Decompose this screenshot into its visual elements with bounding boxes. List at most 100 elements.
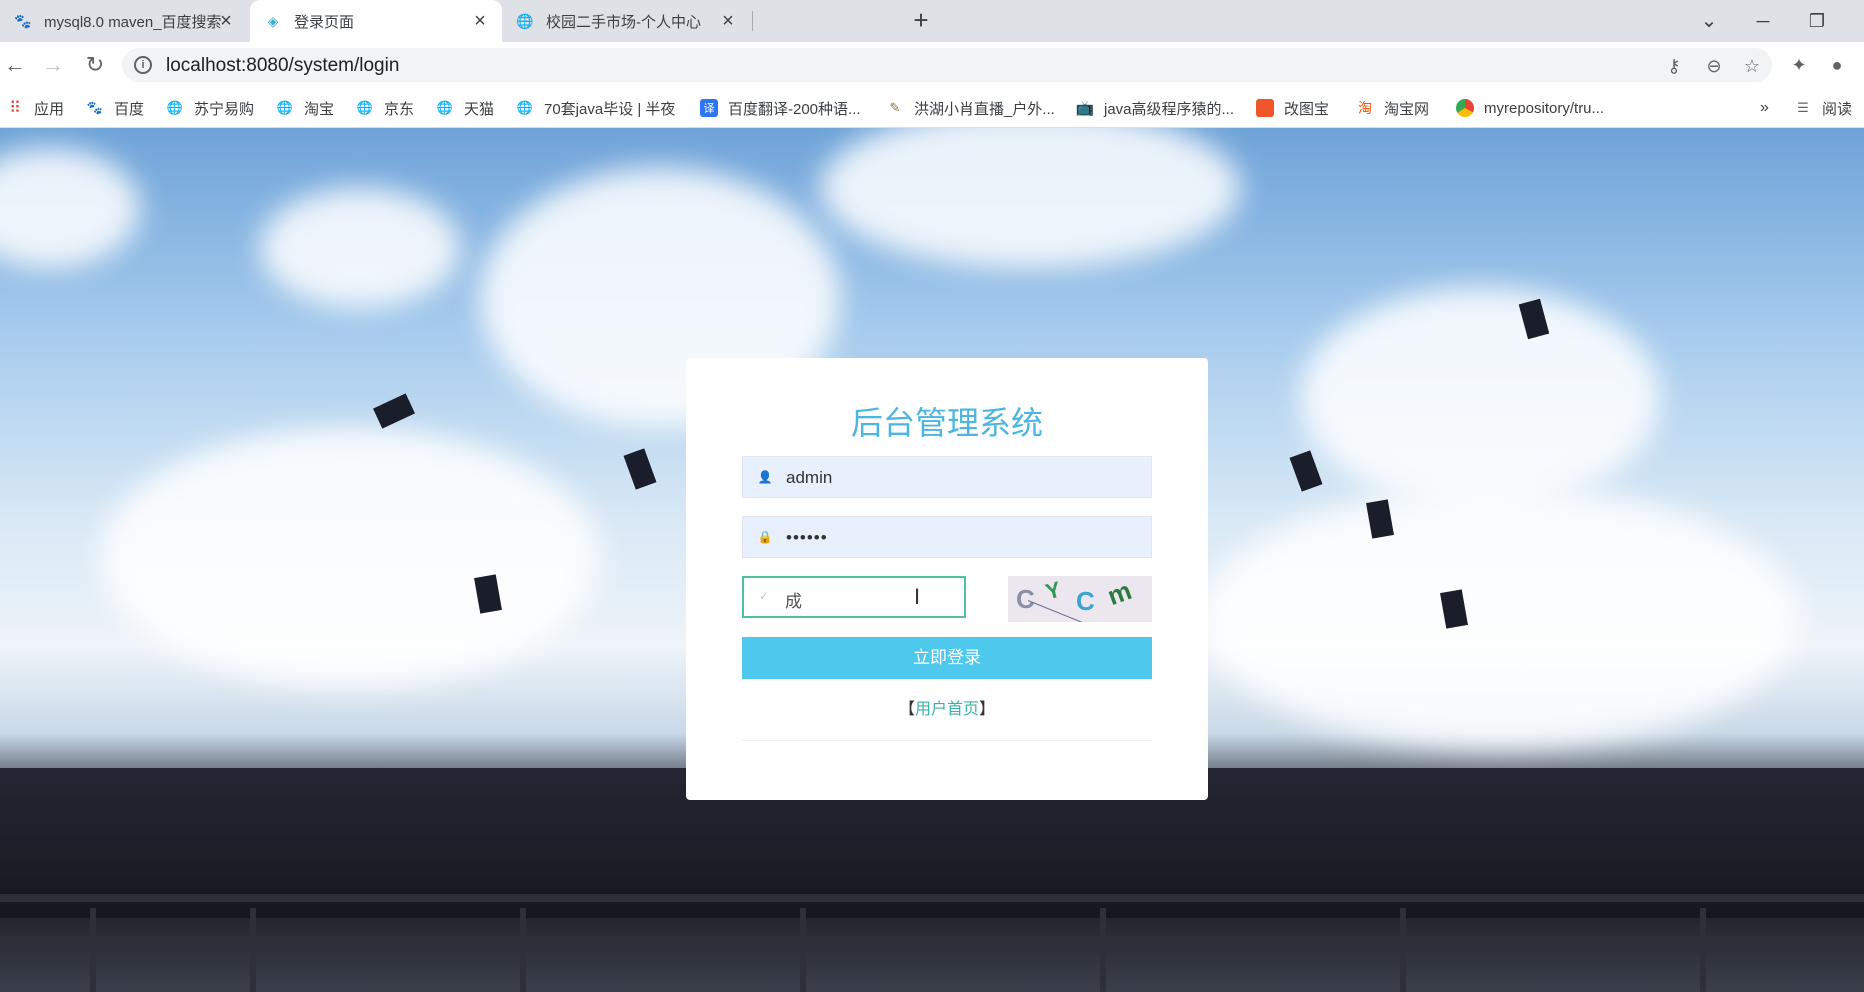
railing: [0, 894, 1864, 902]
bookmark-jd[interactable]: 🌐 京东: [356, 96, 414, 120]
close-icon[interactable]: ×: [216, 11, 236, 31]
bookmark-taobao[interactable]: 🌐 淘宝: [276, 96, 334, 120]
bookmark-java-projects[interactable]: 🌐 70套java毕设 | 半夜: [516, 96, 676, 120]
tab-baidu-search[interactable]: 🐾 mysql8.0 maven_百度搜索 ×: [0, 0, 248, 42]
zoom-icon[interactable]: ⊖: [1702, 54, 1726, 78]
captcha-char: C: [1076, 586, 1095, 616]
close-icon[interactable]: ×: [470, 11, 490, 31]
railing: [0, 936, 1864, 944]
captcha-char: m: [1103, 576, 1136, 612]
globe-icon: 🌐: [516, 100, 534, 115]
globe-icon: 🌐: [166, 100, 184, 115]
reload-icon[interactable]: ↻: [80, 50, 110, 80]
tab-separator: [752, 11, 753, 31]
captcha-input[interactable]: ✓ 成: [742, 576, 966, 618]
tab-strip: 🐾 mysql8.0 maven_百度搜索 × ◈ 登录页面 × 🌐 校园二手市…: [0, 0, 1864, 42]
reading-list-icon: ☰: [1797, 100, 1809, 115]
bookmark-java-senior[interactable]: 📺 java高级程序猿的...: [1076, 96, 1234, 120]
tab-login-page[interactable]: ◈ 登录页面 ×: [250, 0, 502, 42]
restore-button[interactable]: ❐: [1802, 6, 1832, 36]
bookmark-myrepository[interactable]: myrepository/tru...: [1456, 96, 1604, 120]
username-value[interactable]: admin: [786, 468, 832, 488]
background-cloud: [100, 428, 600, 688]
graduation-cap: [1289, 450, 1323, 492]
username-field[interactable]: 👤 admin: [742, 456, 1152, 498]
background-cloud: [820, 128, 1240, 268]
captcha-char: Y: [1042, 576, 1064, 605]
close-icon[interactable]: ×: [718, 11, 738, 31]
chrome-icon: [1456, 99, 1474, 117]
tab-personal-center[interactable]: 🌐 校园二手市场-个人中心 ×: [502, 0, 750, 42]
background-cloud: [1300, 288, 1660, 508]
text-cursor-icon: I: [914, 584, 921, 609]
bookmark-baidu[interactable]: 🐾 百度: [86, 96, 144, 120]
back-arrow-icon[interactable]: ←: [0, 50, 30, 80]
forward-arrow-icon[interactable]: →: [38, 50, 68, 80]
baidu-paw-icon: 🐾: [14, 12, 32, 29]
bookmark-suning[interactable]: 🌐 苏宁易购: [166, 96, 254, 120]
background-cloud: [1200, 488, 1800, 748]
background-cloud: [0, 148, 140, 268]
extensions-icon[interactable]: ✦: [1784, 50, 1814, 80]
tab-search-icon[interactable]: ⌄: [1694, 6, 1724, 36]
card-divider: [742, 740, 1152, 741]
background-cloud: [260, 188, 460, 308]
password-field[interactable]: 🔒 ••••••: [742, 516, 1152, 558]
site-info-icon[interactable]: i: [134, 56, 152, 74]
bookmarks-bar: ⠿ 应用 🐾 百度 🌐 苏宁易购 🌐 淘宝 🌐 京东 🌐 天猫 🌐 70套jav…: [0, 88, 1864, 128]
globe-icon: 🌐: [276, 100, 294, 115]
railing-post: [800, 908, 806, 992]
bookmarks-overflow-button[interactable]: »: [1760, 96, 1769, 120]
minimize-button[interactable]: ─: [1748, 6, 1778, 36]
graduation-cap: [373, 393, 415, 429]
railing-post: [1400, 908, 1406, 992]
baidu-paw-icon: 🐾: [86, 100, 104, 115]
home-link-row: 【用户首页】: [686, 695, 1208, 719]
taobao-icon: 淘: [1358, 100, 1372, 116]
login-button[interactable]: 立即登录: [742, 637, 1152, 679]
bracket-close: 】: [979, 701, 996, 718]
bookmark-live-stream[interactable]: ✎ 洪湖小肖直播_户外...: [886, 96, 1055, 120]
profile-avatar-icon[interactable]: ●: [1822, 50, 1852, 80]
feather-icon: ✎: [889, 100, 901, 115]
railing-post: [520, 908, 526, 992]
check-icon: ✓: [758, 589, 770, 603]
browser-toolbar: ← → ↻ i localhost:8080/system/login ⚷ ⊖ …: [0, 42, 1864, 88]
login-page-background: 后台管理系统 👤 admin 🔒 •••••• ✓ 成 I C Y C m 立即…: [0, 128, 1864, 992]
image-edit-icon: [1256, 99, 1274, 117]
globe-icon: 🌐: [356, 100, 374, 115]
bracket-open: 【: [898, 701, 915, 718]
url-text[interactable]: localhost:8080/system/login: [166, 55, 399, 77]
login-title: 后台管理系统: [850, 405, 1043, 441]
captcha-image[interactable]: C Y C m: [1008, 576, 1152, 622]
tab-title: 登录页面: [294, 13, 355, 31]
user-home-link[interactable]: 用户首页: [915, 701, 979, 718]
tab-title: 校园二手市场-个人中心: [546, 13, 701, 31]
bookmark-tmall[interactable]: 🌐 天猫: [436, 96, 494, 120]
bookmark-gaitubao[interactable]: 改图宝: [1256, 96, 1329, 120]
bookmark-apps[interactable]: ⠿ 应用: [6, 96, 64, 120]
railing-post: [90, 908, 96, 992]
address-bar[interactable]: i localhost:8080/system/login ⚷ ⊖ ☆: [122, 48, 1772, 82]
railing-post: [1100, 908, 1106, 992]
user-icon: 👤: [757, 470, 773, 484]
apps-grid-icon: ⠿: [9, 100, 21, 117]
lock-icon: 🔒: [757, 530, 773, 544]
new-tab-button[interactable]: +: [908, 7, 934, 34]
bilibili-icon: 📺: [1075, 100, 1095, 117]
graduation-cap: [623, 448, 657, 490]
password-value[interactable]: ••••••: [786, 528, 828, 548]
login-card: 后台管理系统 👤 admin 🔒 •••••• ✓ 成 I C Y C m 立即…: [686, 358, 1208, 800]
star-icon[interactable]: ☆: [1740, 54, 1764, 78]
site-diamond-icon: ◈: [267, 12, 279, 29]
tab-title: mysql8.0 maven_百度搜索: [44, 13, 222, 31]
railing-post: [250, 908, 256, 992]
globe-icon: 🌐: [436, 100, 454, 115]
key-icon[interactable]: ⚷: [1662, 54, 1686, 78]
reading-list-button[interactable]: ☰ 阅读: [1794, 96, 1862, 120]
railing-post: [1700, 908, 1706, 992]
translate-icon: 译: [700, 99, 718, 117]
captcha-input-value[interactable]: 成: [785, 587, 802, 612]
bookmark-baidu-translate[interactable]: 译 百度翻译-200种语...: [700, 96, 861, 120]
bookmark-taobao-net[interactable]: 淘 淘宝网: [1356, 96, 1429, 120]
